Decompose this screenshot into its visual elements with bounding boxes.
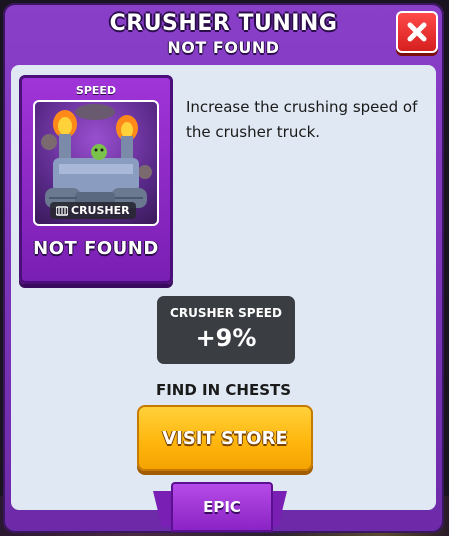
tuning-description: Increase the crushing speed of the crush… [186, 98, 418, 141]
modal-content: SPEED CRUSHER NOT FOUND Increase the cru… [11, 65, 436, 510]
modal-subtitle: NOT FOUND [167, 38, 280, 57]
stat-label: CRUSHER SPEED [170, 306, 282, 320]
crusher-truck-image: CRUSHER [33, 100, 159, 226]
visit-store-button[interactable]: VISIT STORE [137, 405, 313, 471]
crusher-class-icon [56, 205, 68, 216]
tuning-card: SPEED CRUSHER NOT FOUND [19, 75, 173, 284]
find-in-chests-text: FIND IN CHESTS [155, 381, 292, 399]
card-category: SPEED [75, 84, 117, 97]
truck-name-label: CRUSHER [71, 204, 130, 217]
modal-title: CRUSHER TUNING [109, 11, 338, 36]
tuning-modal: CRUSHER TUNING NOT FOUND SPEED CRUSHER N… [3, 3, 444, 533]
stat-value: +9% [195, 324, 257, 352]
card-status: NOT FOUND [33, 238, 159, 259]
truck-name-badge: CRUSHER [50, 202, 136, 219]
close-x-icon [407, 22, 427, 42]
close-button[interactable] [396, 11, 438, 53]
modal-header: CRUSHER TUNING NOT FOUND [3, 3, 444, 63]
rarity-badge: EPIC [171, 482, 273, 532]
stat-box: CRUSHER SPEED +9% [157, 296, 295, 364]
